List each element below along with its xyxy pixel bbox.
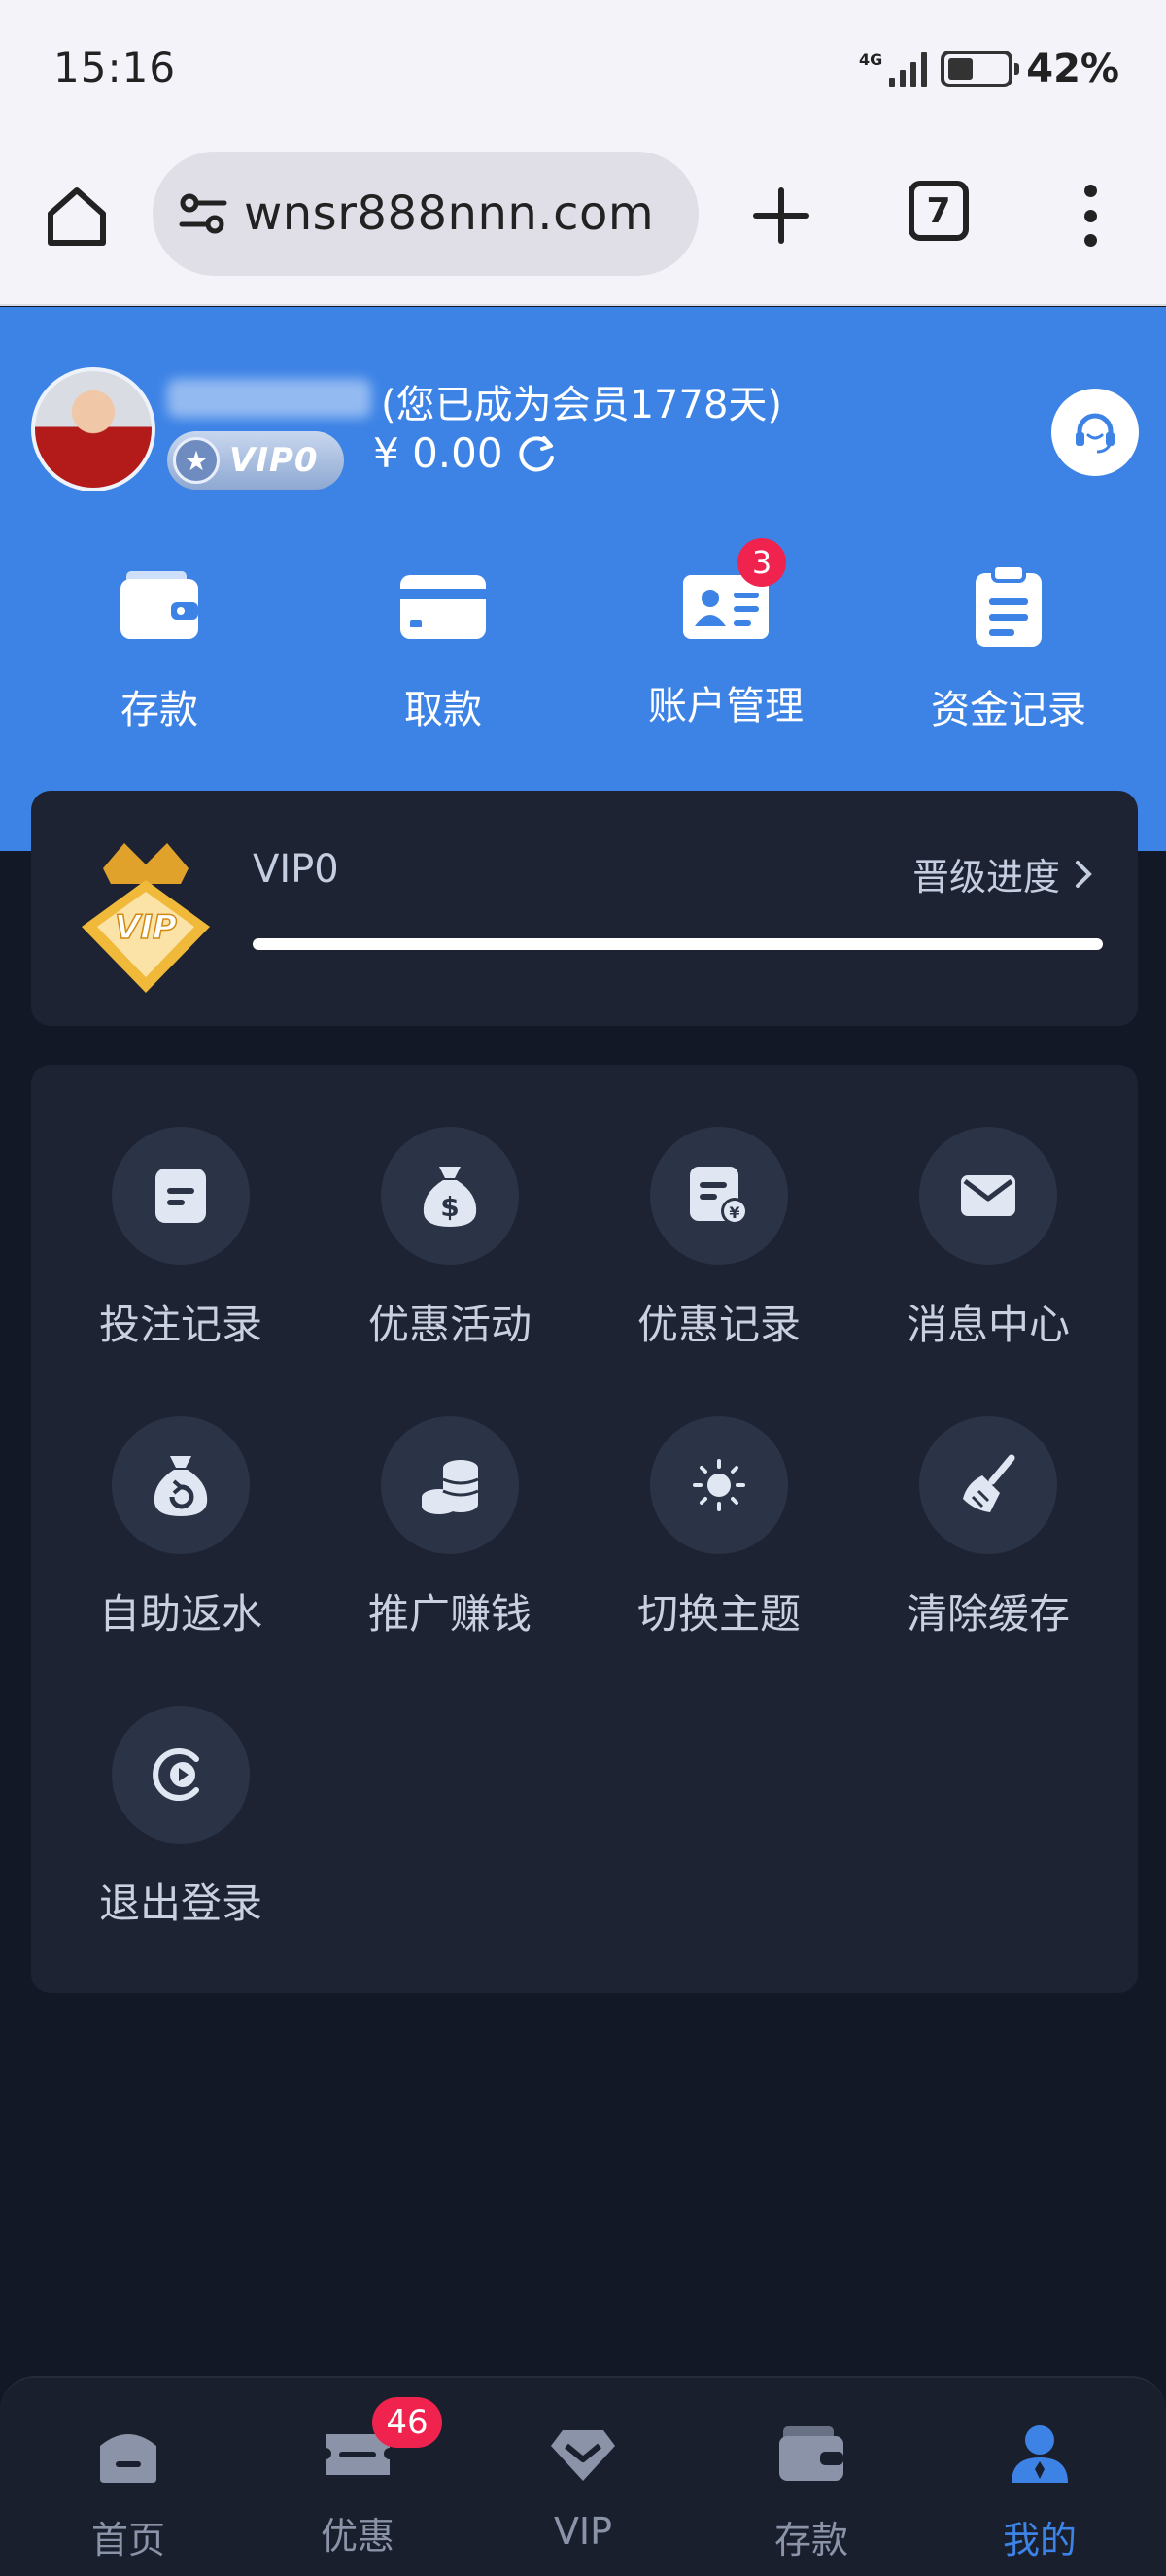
card-icon	[400, 575, 486, 639]
menu-label: 消息中心	[906, 1301, 1070, 1348]
svg-text:VIP: VIP	[115, 908, 177, 947]
vip-progress-bar	[253, 938, 1103, 950]
broom-icon	[919, 1416, 1057, 1554]
balance: ¥ 0.00	[373, 429, 558, 477]
promotions-badge: 46	[372, 2397, 442, 2448]
quick-action-account[interactable]: 3 账户管理	[629, 538, 823, 730]
money-bag-icon: $	[381, 1127, 519, 1265]
browser-toolbar: wnsr888nnn.com 7	[0, 146, 1166, 306]
coin-stack-icon	[381, 1416, 519, 1554]
menu-referral[interactable]: 推广赚钱	[324, 1416, 576, 1641]
upgrade-progress-label: 晋级进度	[911, 856, 1060, 898]
tab-label: 优惠	[320, 2515, 394, 2558]
menu-label: 优惠活动	[367, 1301, 532, 1348]
menu-promotions[interactable]: $ 优惠活动	[324, 1127, 576, 1351]
quick-action-deposit[interactable]: 存款	[62, 559, 257, 734]
menu-bet-records[interactable]: 投注记录	[54, 1127, 307, 1351]
menu-message-center[interactable]: 消息中心	[862, 1127, 1115, 1351]
menu-label: 退出登录	[98, 1880, 262, 1927]
tab-vip[interactable]: VIP	[486, 2423, 680, 2553]
envelope-icon	[919, 1127, 1057, 1265]
tab-promotions[interactable]: 46 优惠	[260, 2397, 455, 2559]
address-bar[interactable]: wnsr888nnn.com	[153, 152, 699, 276]
tab-label: 首页	[90, 2519, 165, 2561]
more-menu-icon[interactable]	[1073, 185, 1108, 247]
user-icon	[1012, 2425, 1068, 2483]
url-text[interactable]: wnsr888nnn.com	[244, 186, 654, 241]
member-duration: (您已成为会员1778天)	[381, 383, 783, 427]
tab-label: VIP	[553, 2510, 613, 2553]
headset-icon	[1076, 413, 1115, 454]
notification-badge: 3	[737, 538, 786, 587]
quick-action-label: 账户管理	[648, 684, 804, 729]
vip-crown-icon: VIP	[82, 843, 210, 993]
ticket-icon: 46	[324, 2397, 442, 2485]
vip-progress-card[interactable]: VIP VIP0 晋级进度	[31, 791, 1138, 1026]
avatar[interactable]	[31, 367, 155, 491]
feature-menu: 投注记录 $ 优惠活动 ¥ 优惠记录 消息中心 自助返水 推广赚钱 切换主题 清…	[31, 1065, 1138, 1993]
vip-badge-label: VIP0	[229, 441, 319, 480]
profile-header: (您已成为会员1778天) ★ VIP0 ¥ 0.00 存款 取款 3 账户管理…	[0, 307, 1166, 851]
refund-bag-icon	[112, 1416, 250, 1554]
status-indicators: 4G 42%	[859, 47, 1119, 91]
battery-fill	[948, 58, 973, 80]
tab-switcher-button[interactable]: 7	[909, 181, 969, 241]
menu-label: 优惠记录	[636, 1301, 801, 1348]
wallet-icon	[779, 2426, 843, 2481]
network-type: 4G	[858, 51, 883, 69]
logout-icon	[112, 1706, 250, 1844]
bottom-tab-bar: 首页 46 优惠 VIP 存款 我的	[0, 2376, 1166, 2576]
vip-level-badge: ★ VIP0	[167, 431, 344, 490]
menu-label: 投注记录	[98, 1301, 262, 1348]
new-tab-icon[interactable]	[750, 185, 812, 247]
diamond-icon	[551, 2430, 615, 2481]
tab-label: 我的	[1002, 2519, 1077, 2561]
wallet-icon	[120, 571, 198, 639]
site-settings-icon[interactable]	[176, 189, 230, 238]
menu-label: 推广赚钱	[367, 1590, 532, 1638]
tab-profile[interactable]: 我的	[943, 2423, 1137, 2563]
home-icon[interactable]	[43, 183, 111, 251]
document-icon	[112, 1127, 250, 1265]
quick-action-label: 资金记录	[931, 688, 1086, 732]
menu-clear-cache[interactable]: 清除缓存	[862, 1416, 1115, 1641]
upgrade-progress-link[interactable]: 晋级进度	[912, 847, 1093, 900]
star-icon: ★	[173, 437, 220, 484]
tab-home[interactable]: 首页	[31, 2423, 225, 2563]
customer-service-button[interactable]	[1051, 389, 1139, 476]
home-icon	[100, 2434, 156, 2483]
id-card-icon: 3	[679, 538, 786, 653]
quick-action-withdraw[interactable]: 取款	[346, 559, 540, 734]
menu-label: 自助返水	[98, 1590, 262, 1638]
vip-level: VIP0	[253, 847, 339, 892]
signal-icon: 4G	[858, 51, 928, 87]
svg-text:$: $	[440, 1191, 459, 1223]
battery-percent: 42%	[1026, 47, 1119, 91]
menu-switch-theme[interactable]: 切换主题	[593, 1416, 845, 1641]
refresh-icon[interactable]	[515, 432, 558, 475]
username-blurred	[167, 379, 371, 418]
chevron-right-icon	[1076, 860, 1092, 888]
quick-action-fund-records[interactable]: 资金记录	[911, 559, 1106, 734]
menu-self-rebate[interactable]: 自助返水	[54, 1416, 307, 1641]
quick-action-label: 存款	[120, 688, 198, 732]
menu-promo-records[interactable]: ¥ 优惠记录	[593, 1127, 845, 1351]
tab-label: 存款	[773, 2519, 848, 2561]
svg-text:¥: ¥	[729, 1203, 739, 1222]
menu-label: 切换主题	[636, 1590, 801, 1638]
balance-amount: ¥ 0.00	[373, 429, 503, 477]
menu-label: 清除缓存	[906, 1590, 1070, 1638]
sun-icon	[650, 1416, 788, 1554]
battery-icon	[941, 51, 1020, 87]
status-bar: 15:16 4G 42%	[0, 0, 1166, 146]
clipboard-icon	[976, 563, 1042, 647]
tab-deposit[interactable]: 存款	[714, 2423, 909, 2563]
quick-action-label: 取款	[404, 688, 482, 732]
menu-logout[interactable]: 退出登录	[54, 1706, 307, 1930]
receipt-icon: ¥	[650, 1127, 788, 1265]
status-time: 15:16	[53, 44, 177, 91]
